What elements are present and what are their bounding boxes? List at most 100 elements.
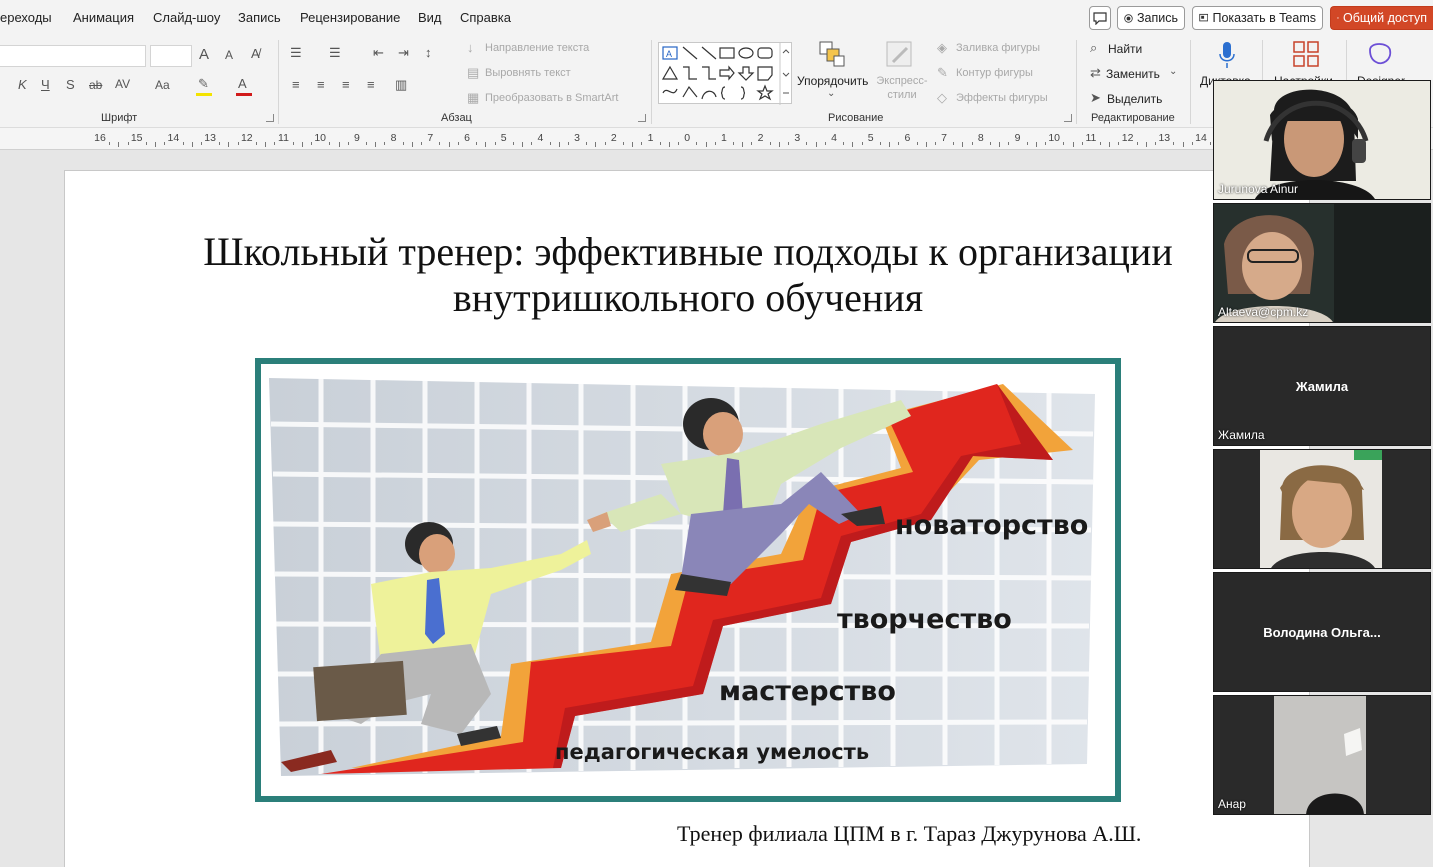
replace-icon: ⇄ [1090, 65, 1101, 80]
slide-footer-author[interactable]: Тренер филиала ЦПМ в г. Тараз Джурунова … [677, 821, 1141, 847]
quick-styles-button: Экспресс-стили [876, 75, 928, 101]
ruler-tick-label: 12 [1121, 132, 1134, 144]
ruler-tick-mark [1035, 142, 1037, 147]
ruler-tick-mark [457, 142, 459, 145]
ruler-tick-label: 2 [610, 132, 617, 144]
share-icon [1337, 17, 1339, 19]
select-cursor-icon: ➤ [1090, 90, 1101, 105]
ruler-tick-mark [384, 142, 386, 145]
shrink-font-icon[interactable]: A [225, 48, 233, 62]
ruler-tick-mark [1118, 142, 1120, 145]
drawing-dialog-launcher[interactable] [1064, 114, 1072, 122]
participant-tile[interactable]: Володина Ольга... [1213, 572, 1431, 692]
shape-fill-button: Заливка фигуры [956, 42, 1041, 54]
menu-help[interactable]: Справка [460, 10, 511, 25]
clear-format-icon[interactable]: A̸ [251, 46, 260, 61]
shadow-icon[interactable]: S [66, 77, 75, 92]
line-spacing-icon[interactable]: ↕ [425, 45, 432, 60]
slide[interactable]: Школьный тренер: эффективные подходы к о… [64, 170, 1310, 867]
participant-tile[interactable]: Жамила Жамила [1213, 326, 1431, 446]
svg-text:A: A [666, 49, 672, 59]
label-creativity: творчество [837, 604, 1012, 635]
select-button[interactable]: Выделить [1107, 92, 1162, 106]
comments-button[interactable] [1089, 6, 1111, 30]
ruler-tick-mark [1145, 142, 1147, 147]
menu-record[interactable]: Запись [238, 10, 281, 25]
teams-participants-panel: Jurunova Ainur Altaeva@cpm.kz Жамила Жам… [1213, 80, 1433, 820]
ruler-tick-mark [255, 142, 257, 145]
ruler-tick-mark [1210, 142, 1212, 145]
italic-icon[interactable]: K [18, 77, 27, 92]
menu-view[interactable]: Вид [418, 10, 442, 25]
align-left-icon[interactable]: ≡ [292, 77, 300, 92]
font-size-box[interactable] [150, 45, 192, 67]
ruler-tick-mark [1026, 142, 1028, 145]
ruler-tick-mark [531, 142, 533, 145]
ruler-tick-mark [1045, 142, 1047, 145]
paragraph-dialog-launcher[interactable] [638, 114, 646, 122]
bullets-icon[interactable]: ☰ [290, 45, 302, 61]
highlight-icon[interactable]: ✎ [198, 76, 209, 92]
ruler-tick-label: 8 [977, 132, 984, 144]
ruler-tick-mark [622, 142, 624, 145]
ruler-tick-mark [1109, 142, 1111, 147]
share-button[interactable]: Общий доступ [1330, 6, 1433, 30]
replace-button[interactable]: Заменить [1106, 67, 1160, 81]
slide-picture[interactable]: новаторство творчество мастерство педаго… [255, 358, 1121, 802]
numbering-icon[interactable]: ☰ [329, 45, 341, 61]
ruler-tick-label: 11 [1085, 132, 1097, 144]
ruler-tick-mark [1136, 142, 1138, 145]
ruler-tick-mark [604, 142, 606, 145]
present-label: Показать в Teams [1212, 11, 1316, 25]
ruler-tick-label: 3 [794, 132, 801, 144]
ruler-tick-mark [402, 142, 404, 145]
ruler-tick-label: 6 [464, 132, 470, 144]
char-spacing-icon[interactable]: AV [115, 77, 130, 91]
underline-icon[interactable]: Ч [41, 77, 50, 92]
arrange-button[interactable]: Упорядочить [797, 74, 868, 88]
justify-icon[interactable]: ≡ [367, 77, 375, 92]
find-button[interactable]: Найти [1108, 42, 1142, 56]
ruler-tick-label: 1 [647, 132, 654, 144]
editing-group-label: Редактирование [1091, 112, 1175, 124]
columns-icon[interactable]: ▥ [395, 77, 407, 93]
font-dialog-launcher[interactable] [266, 114, 274, 122]
ruler-tick-mark [311, 142, 313, 145]
present-in-teams-button[interactable]: Показать в Teams [1192, 6, 1323, 30]
text-direction-icon: ↓ [467, 40, 474, 55]
change-case-icon[interactable]: Aa [155, 78, 170, 92]
participant-tile[interactable]: Altaeva@cpm.kz [1213, 203, 1431, 323]
smartart-icon: ▦ [467, 90, 480, 105]
ruler-tick-label: 9 [1014, 132, 1021, 144]
ruler-tick-label: 10 [1048, 132, 1061, 144]
menu-transitions[interactable]: ереходы [0, 10, 52, 25]
addins-grid-icon [1292, 40, 1320, 68]
record-button[interactable]: Запись [1117, 6, 1185, 30]
ruler-tick-mark [338, 142, 340, 147]
ruler-tick-mark [1008, 142, 1010, 145]
ruler-tick-mark [512, 142, 514, 145]
menu-review[interactable]: Рецензирование [300, 10, 400, 25]
decrease-indent-icon[interactable]: ⇤ [373, 45, 384, 61]
align-center-icon[interactable]: ≡ [317, 77, 325, 92]
ruler-tick-label: 9 [353, 132, 360, 144]
menu-animations[interactable]: Анимация [73, 10, 134, 25]
grow-font-icon[interactable]: A [199, 46, 209, 63]
slide-title-line-1: Школьный тренер: эффективные подходы к о… [203, 229, 1173, 274]
menu-slideshow[interactable]: Слайд-шоу [153, 10, 220, 25]
highlight-color-swatch [196, 93, 212, 96]
strikethrough-icon[interactable]: ab [89, 78, 102, 92]
ruler-tick-mark [751, 142, 753, 145]
shapes-gallery[interactable]: A [658, 42, 792, 105]
participant-video [1214, 696, 1430, 814]
align-right-icon[interactable]: ≡ [342, 77, 350, 92]
increase-indent-icon[interactable]: ⇥ [398, 45, 409, 61]
font-name-box[interactable] [0, 45, 146, 67]
slide-title[interactable]: Школьный тренер: эффективные подходы к о… [175, 229, 1201, 321]
participant-tile[interactable]: Анар [1213, 695, 1431, 815]
ruler-tick-mark [292, 142, 294, 145]
participant-tile[interactable] [1213, 449, 1431, 569]
ruler-tick-mark [989, 142, 991, 145]
participant-tile[interactable]: Jurunova Ainur [1213, 80, 1431, 200]
font-color-icon[interactable]: A [238, 76, 247, 91]
